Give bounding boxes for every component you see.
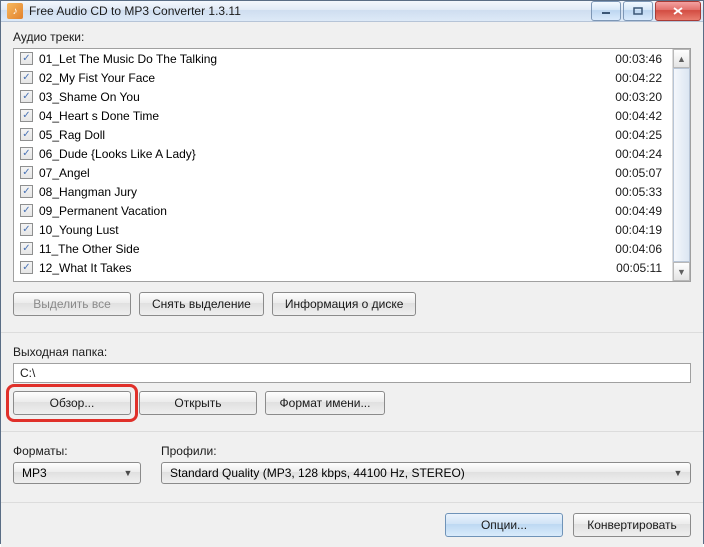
- browse-button[interactable]: Обзор...: [13, 391, 131, 415]
- track-time: 00:04:49: [615, 204, 666, 218]
- checkbox[interactable]: ✓: [20, 109, 33, 122]
- checkbox[interactable]: ✓: [20, 90, 33, 103]
- track-time: 00:04:42: [615, 109, 666, 123]
- track-name: 07_Angel: [39, 166, 615, 180]
- convert-button[interactable]: Конвертировать: [573, 513, 691, 537]
- scrollbar[interactable]: ▲ ▼: [672, 49, 690, 281]
- format-combo[interactable]: MP3 ▼: [13, 462, 141, 484]
- track-list[interactable]: ✓ 01_Let The Music Do The Talking00:03:46…: [13, 48, 691, 282]
- track-name: 04_Heart s Done Time: [39, 109, 615, 123]
- track-row[interactable]: ✓ 04_Heart s Done Time00:04:42: [14, 106, 672, 125]
- track-time: 00:04:24: [615, 147, 666, 161]
- checkbox[interactable]: ✓: [20, 204, 33, 217]
- track-time: 00:04:25: [615, 128, 666, 142]
- checkbox[interactable]: ✓: [20, 147, 33, 160]
- name-format-button[interactable]: Формат имени...: [265, 391, 385, 415]
- track-name: 02_My Fist Your Face: [39, 71, 615, 85]
- track-row[interactable]: ✓ 09_Permanent Vacation00:04:49: [14, 201, 672, 220]
- track-row[interactable]: ✓ 06_Dude {Looks Like A Lady}00:04:24: [14, 144, 672, 163]
- track-time: 00:04:19: [615, 223, 666, 237]
- checkbox[interactable]: ✓: [20, 128, 33, 141]
- track-row[interactable]: ✓ 01_Let The Music Do The Talking00:03:46: [14, 49, 672, 68]
- disc-info-button[interactable]: Информация о диске: [272, 292, 417, 316]
- output-folder-label: Выходная папка:: [13, 345, 691, 359]
- track-row[interactable]: ✓ 11_The Other Side00:04:06: [14, 239, 672, 258]
- track-name: 06_Dude {Looks Like A Lady}: [39, 147, 615, 161]
- deselect-button[interactable]: Снять выделение: [139, 292, 264, 316]
- track-time: 00:05:33: [615, 185, 666, 199]
- close-button[interactable]: [655, 1, 701, 21]
- track-name: 03_Shame On You: [39, 90, 615, 104]
- track-row[interactable]: ✓ 10_Young Lust00:04:19: [14, 220, 672, 239]
- track-name: 08_Hangman Jury: [39, 185, 615, 199]
- chevron-down-icon: ▼: [670, 468, 686, 478]
- open-button[interactable]: Открыть: [139, 391, 257, 415]
- checkbox[interactable]: ✓: [20, 71, 33, 84]
- checkbox[interactable]: ✓: [20, 185, 33, 198]
- profiles-label: Профили:: [161, 444, 691, 458]
- track-name: 12_What It Takes: [39, 261, 616, 275]
- scroll-up-icon[interactable]: ▲: [673, 49, 690, 68]
- track-row[interactable]: ✓ 03_Shame On You00:03:20: [14, 87, 672, 106]
- scroll-thumb[interactable]: [673, 68, 690, 262]
- track-time: 00:03:20: [615, 90, 666, 104]
- chevron-down-icon: ▼: [120, 468, 136, 478]
- checkbox[interactable]: ✓: [20, 261, 33, 274]
- maximize-button[interactable]: [623, 1, 653, 21]
- checkbox[interactable]: ✓: [20, 223, 33, 236]
- track-name: 10_Young Lust: [39, 223, 615, 237]
- track-name: 01_Let The Music Do The Talking: [39, 52, 615, 66]
- track-row[interactable]: ✓ 02_My Fist Your Face00:04:22: [14, 68, 672, 87]
- track-time: 00:05:07: [615, 166, 666, 180]
- app-icon: ♪: [7, 3, 23, 19]
- track-name: 11_The Other Side: [39, 242, 615, 256]
- track-row[interactable]: ✓ 05_Rag Doll00:04:25: [14, 125, 672, 144]
- titlebar: ♪ Free Audio CD to MP3 Converter 1.3.11: [1, 1, 703, 22]
- scroll-down-icon[interactable]: ▼: [673, 262, 690, 281]
- checkbox[interactable]: ✓: [20, 52, 33, 65]
- select-all-button[interactable]: Выделить все: [13, 292, 131, 316]
- profile-value: Standard Quality (MP3, 128 kbps, 44100 H…: [170, 466, 670, 480]
- track-row[interactable]: ✓ 08_Hangman Jury00:05:33: [14, 182, 672, 201]
- track-row[interactable]: ✓ 12_What It Takes00:05:11: [14, 258, 672, 277]
- checkbox[interactable]: ✓: [20, 166, 33, 179]
- formats-label: Форматы:: [13, 444, 141, 458]
- options-button[interactable]: Опции...: [445, 513, 563, 537]
- track-time: 00:05:11: [616, 261, 666, 275]
- track-name: 05_Rag Doll: [39, 128, 615, 142]
- output-path-input[interactable]: C:\: [13, 363, 691, 383]
- minimize-button[interactable]: [591, 1, 621, 21]
- audio-tracks-label: Аудио треки:: [13, 30, 691, 44]
- window-title: Free Audio CD to MP3 Converter 1.3.11: [29, 4, 591, 18]
- track-time: 00:04:22: [615, 71, 666, 85]
- track-row[interactable]: ✓ 07_Angel00:05:07: [14, 163, 672, 182]
- profile-combo[interactable]: Standard Quality (MP3, 128 kbps, 44100 H…: [161, 462, 691, 484]
- track-name: 09_Permanent Vacation: [39, 204, 615, 218]
- browse-highlight: Обзор...: [13, 391, 131, 415]
- checkbox[interactable]: ✓: [20, 242, 33, 255]
- track-time: 00:03:46: [615, 52, 666, 66]
- track-time: 00:04:06: [615, 242, 666, 256]
- format-value: MP3: [22, 466, 120, 480]
